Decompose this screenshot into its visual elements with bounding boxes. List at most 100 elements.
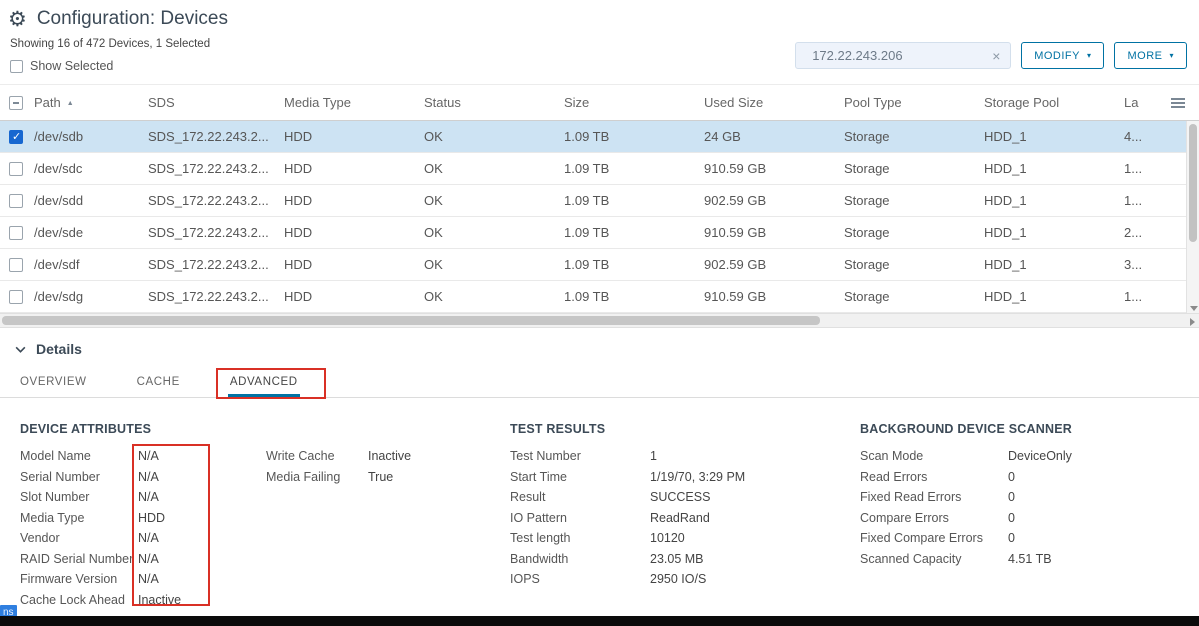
cell-size: 1.09 TB (564, 257, 704, 272)
test-results-title: TEST RESULTS (510, 422, 860, 436)
cell-media-type: HDD (284, 193, 424, 208)
table-row[interactable]: /dev/sdb SDS_172.22.243.2... HDD OK 1.09… (0, 121, 1199, 153)
cell-status: OK (424, 257, 564, 272)
column-header-storage-pool[interactable]: Storage Pool (984, 95, 1124, 110)
show-selected-toggle[interactable]: Show Selected (10, 59, 210, 73)
row-checkbox-cell (0, 194, 34, 208)
horizontal-scrollbar-thumb[interactable] (2, 316, 820, 325)
details-title: Details (36, 341, 82, 357)
cell-media-type: HDD (284, 161, 424, 176)
scroll-down-arrow-icon[interactable] (1190, 306, 1198, 311)
row-checkbox-cell (0, 258, 34, 272)
table-row[interactable]: /dev/sdf SDS_172.22.243.2... HDD OK 1.09… (0, 249, 1199, 281)
row-checkbox[interactable] (9, 226, 23, 240)
cell-sds: SDS_172.22.243.2... (148, 161, 284, 176)
column-header-pool-type[interactable]: Pool Type (844, 95, 984, 110)
column-header-status[interactable]: Status (424, 95, 564, 110)
cell-used-size: 902.59 GB (704, 193, 844, 208)
row-checkbox[interactable] (9, 258, 23, 272)
test-value: 10120 (650, 531, 860, 545)
cell-pool-type: Storage (844, 161, 984, 176)
devices-table: Path▲ SDS Media Type Status Size Used Si… (0, 84, 1199, 313)
details-header[interactable]: Details (0, 328, 1199, 361)
cell-storage-pool: HDD_1 (984, 129, 1124, 144)
scanner-label: Fixed Compare Errors (860, 531, 1008, 545)
clear-search-icon[interactable]: × (990, 48, 1002, 64)
test-label: IOPS (510, 572, 650, 586)
chevron-down-icon (14, 343, 27, 356)
row-checkbox[interactable] (9, 162, 23, 176)
cell-pool-type: Storage (844, 193, 984, 208)
attr-label: Write Cache (266, 449, 368, 463)
bottom-taskbar (0, 616, 1199, 626)
cell-size: 1.09 TB (564, 161, 704, 176)
test-label: Start Time (510, 470, 650, 484)
cell-sds: SDS_172.22.243.2... (148, 129, 284, 144)
tab-advanced[interactable]: ADVANCED (228, 365, 300, 397)
cell-last: 4... (1124, 129, 1153, 144)
attr-label: Media Failing (266, 470, 368, 484)
scanner-label: Read Errors (860, 470, 1008, 484)
cell-sds: SDS_172.22.243.2... (148, 225, 284, 240)
row-checkbox-cell (0, 226, 34, 240)
search-input[interactable] (810, 47, 990, 64)
column-settings-icon[interactable] (1171, 98, 1185, 108)
vertical-scrollbar-thumb[interactable] (1189, 124, 1197, 242)
cell-size: 1.09 TB (564, 225, 704, 240)
cell-media-type: HDD (284, 129, 424, 144)
cell-storage-pool: HDD_1 (984, 289, 1124, 304)
vertical-scrollbar[interactable] (1186, 121, 1199, 313)
column-header-last[interactable]: La (1124, 95, 1153, 110)
table-row[interactable]: /dev/sde SDS_172.22.243.2... HDD OK 1.09… (0, 217, 1199, 249)
cell-status: OK (424, 129, 564, 144)
table-row[interactable]: /dev/sdd SDS_172.22.243.2... HDD OK 1.09… (0, 185, 1199, 217)
row-checkbox[interactable] (9, 194, 23, 208)
horizontal-scrollbar[interactable] (0, 313, 1199, 328)
search-box[interactable]: × (795, 42, 1011, 69)
attr-value: True (368, 470, 411, 484)
column-header-used-size[interactable]: Used Size (704, 95, 844, 110)
row-checkbox[interactable] (9, 290, 23, 304)
scanner-value: 4.51 TB (1008, 552, 1179, 566)
scanner-label: Fixed Read Errors (860, 490, 1008, 504)
cell-path: /dev/sdg (34, 289, 148, 304)
modify-button[interactable]: MODIFY ▾ (1021, 42, 1104, 69)
table-row[interactable]: /dev/sdg SDS_172.22.243.2... HDD OK 1.09… (0, 281, 1199, 313)
column-header-path[interactable]: Path▲ (34, 95, 148, 110)
cell-last: 1... (1124, 289, 1153, 304)
attr-value: N/A (138, 470, 228, 484)
cell-pool-type: Storage (844, 129, 984, 144)
show-selected-checkbox[interactable] (10, 60, 23, 73)
tab-overview[interactable]: OVERVIEW (18, 365, 89, 397)
test-label: Test length (510, 531, 650, 545)
header-checkbox-cell (0, 96, 34, 110)
attr-value: N/A (138, 490, 228, 504)
toolbar-right: × MODIFY ▾ MORE ▾ (795, 42, 1187, 78)
cell-storage-pool: HDD_1 (984, 193, 1124, 208)
column-header-sds[interactable]: SDS (148, 95, 284, 110)
cell-pool-type: Storage (844, 289, 984, 304)
attr-label: Firmware Version (20, 572, 138, 586)
cell-path: /dev/sdb (34, 129, 148, 144)
cell-status: OK (424, 161, 564, 176)
cell-used-size: 910.59 GB (704, 289, 844, 304)
test-results-list: Test Number 1 Start Time 1/19/70, 3:29 P… (510, 449, 860, 586)
cell-size: 1.09 TB (564, 289, 704, 304)
scroll-right-arrow-icon[interactable] (1190, 318, 1195, 326)
attr-value: Inactive (368, 449, 411, 463)
table-row[interactable]: /dev/sdc SDS_172.22.243.2... HDD OK 1.09… (0, 153, 1199, 185)
column-header-size[interactable]: Size (564, 95, 704, 110)
cell-path: /dev/sde (34, 225, 148, 240)
toolbar: Showing 16 of 472 Devices, 1 Selected Sh… (0, 34, 1199, 84)
more-button[interactable]: MORE ▾ (1114, 42, 1187, 69)
tab-cache[interactable]: CACHE (135, 365, 182, 397)
select-all-checkbox[interactable] (9, 96, 23, 110)
row-checkbox[interactable] (9, 130, 23, 144)
column-header-media-type[interactable]: Media Type (284, 95, 424, 110)
more-button-label: MORE (1127, 50, 1162, 62)
attr-label: Model Name (20, 449, 138, 463)
cell-used-size: 902.59 GB (704, 257, 844, 272)
attr-label: Serial Number (20, 470, 138, 484)
test-value: 1 (650, 449, 860, 463)
details-tabs: OVERVIEW CACHE ADVANCED (0, 365, 1199, 398)
